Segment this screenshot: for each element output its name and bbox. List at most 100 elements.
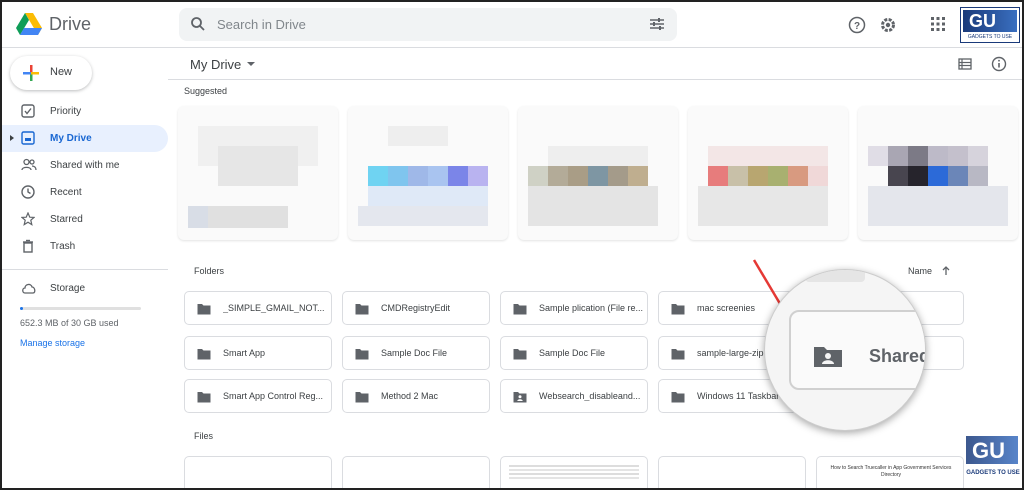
apps-grid-icon[interactable] [930, 16, 946, 32]
file-card[interactable] [184, 456, 332, 488]
file-card[interactable] [500, 456, 648, 488]
folder-icon [355, 392, 369, 403]
cloud-icon [22, 283, 36, 294]
sidebar-item-label: Starred [50, 214, 83, 225]
suggested-card[interactable] [178, 106, 338, 240]
folder-name: Smart App Control Reg... [223, 391, 324, 401]
info-icon[interactable] [991, 56, 1007, 72]
tune-icon[interactable] [649, 17, 665, 31]
search-input[interactable] [217, 8, 617, 41]
storage-progress-fill [20, 307, 23, 310]
my-drive-icon [21, 131, 35, 145]
suggested-card[interactable] [688, 106, 848, 240]
magnifier-callout: Shared [764, 269, 926, 431]
watermark-text: GU [972, 438, 1005, 463]
folder-item[interactable]: Method 2 Mac [342, 379, 490, 413]
folder-name: Sample Doc File [381, 348, 448, 358]
help-icon[interactable]: ? [848, 16, 866, 34]
folder-item[interactable]: Websearch_disableand... [500, 379, 648, 413]
sidebar-item-starred[interactable]: Starred [2, 206, 168, 233]
svg-text:?: ? [854, 21, 860, 32]
google-drive-logo[interactable] [16, 12, 42, 36]
sidebar-divider [2, 269, 168, 270]
arrow-up-icon[interactable] [941, 266, 951, 276]
sidebar-item-my-drive[interactable]: My Drive [2, 125, 168, 152]
app-name: Drive [49, 14, 92, 34]
suggested-card[interactable] [348, 106, 508, 240]
file-card[interactable] [342, 456, 490, 488]
manage-storage-link[interactable]: Manage storage [20, 338, 85, 348]
files-heading: Files [194, 431, 214, 441]
folder-icon [197, 304, 211, 315]
sidebar-item-trash[interactable]: Trash [2, 233, 168, 260]
suggested-card[interactable] [518, 106, 678, 240]
sidebar-item-recent[interactable]: Recent [2, 179, 168, 206]
magnifier-shared-text: Shared [869, 346, 926, 366]
sort-label: Name [908, 266, 933, 276]
folder-icon [513, 304, 527, 315]
folder-name: _SIMPLE_GMAIL_NOT... [223, 303, 325, 313]
sidebar-item-label: Trash [50, 241, 76, 252]
file-preview-title: How to Search Truecaller in App Governme… [830, 465, 952, 478]
storage-usage-text: 652.3 MB of 30 GB used [20, 318, 119, 328]
sidebar-item-priority[interactable]: Priority [2, 98, 168, 125]
account-avatar[interactable]: GU GADGETS TO USE [960, 7, 1020, 43]
folder-item[interactable]: Smart App Control Reg... [184, 379, 332, 413]
folder-name: Websearch_disableand... [539, 391, 641, 401]
main-header: My Drive [168, 48, 1022, 80]
magnifier-folder-edge [805, 270, 865, 282]
suggested-heading: Suggested [184, 86, 228, 96]
search-icon[interactable] [190, 16, 206, 32]
watermark-logo: GU GADGETS TO USE [964, 432, 1022, 488]
folder-item[interactable]: Smart App [184, 336, 332, 370]
folder-name: Method 2 Mac [381, 391, 439, 401]
folder-item[interactable]: CMDRegistryEdit [342, 291, 490, 325]
search-bar[interactable] [179, 8, 677, 41]
watermark-sub: GADGETS TO USE [966, 470, 1020, 476]
file-preview-text [509, 463, 639, 481]
folder-item[interactable]: Sample Doc File [342, 336, 490, 370]
sidebar-item-label: Priority [50, 106, 82, 117]
page-title[interactable]: My Drive [190, 57, 241, 72]
sort-button[interactable]: Name [908, 266, 950, 276]
sidebar: New Priority My Drive Shared with me Rec… [2, 48, 168, 488]
people-icon [21, 158, 37, 171]
chevron-down-icon[interactable] [247, 62, 255, 66]
trash-icon [23, 239, 33, 253]
folder-icon [355, 349, 369, 360]
suggested-card[interactable] [858, 106, 1018, 240]
shared-folder-icon [513, 392, 527, 403]
plus-icon [23, 65, 39, 81]
folder-name: Sample Doc File [539, 348, 606, 358]
new-button[interactable]: New [10, 56, 92, 90]
top-bar: Drive ? [2, 2, 1022, 48]
sidebar-item-shared-with-me[interactable]: Shared with me [2, 152, 168, 179]
file-card[interactable]: How to Search Truecaller in App Governme… [816, 456, 964, 488]
brand-logo-sub: GADGETS TO USE [967, 34, 1013, 40]
sidebar-item-label: Storage [50, 283, 86, 294]
shared-folder-icon [814, 347, 842, 367]
new-button-label: New [50, 66, 73, 78]
file-card[interactable] [658, 456, 806, 488]
folder-icon [513, 349, 527, 360]
folder-icon [355, 304, 369, 315]
checkbox-icon [21, 104, 35, 118]
folder-icon [197, 349, 211, 360]
folders-heading: Folders [194, 266, 225, 276]
folder-item[interactable]: Sample plication (File re... [500, 291, 648, 325]
star-icon [21, 212, 35, 226]
folder-item[interactable]: Sample Doc File [500, 336, 648, 370]
expand-caret-icon[interactable] [10, 135, 14, 141]
list-view-icon[interactable] [958, 58, 972, 70]
sidebar-item-storage[interactable]: Storage [2, 275, 168, 302]
folder-item[interactable]: _SIMPLE_GMAIL_NOT... [184, 291, 332, 325]
folder-name: CMDRegistryEdit [381, 303, 451, 313]
sidebar-item-label: Shared with me [50, 160, 120, 171]
brand-logo-text: GU [969, 11, 996, 31]
sidebar-item-label: Recent [50, 187, 82, 198]
folder-icon [197, 392, 211, 403]
gear-icon[interactable] [879, 16, 897, 34]
storage-progress-bar [20, 307, 141, 310]
folder-name: Smart App [223, 348, 266, 358]
drive-window: Drive ? [0, 0, 1024, 490]
